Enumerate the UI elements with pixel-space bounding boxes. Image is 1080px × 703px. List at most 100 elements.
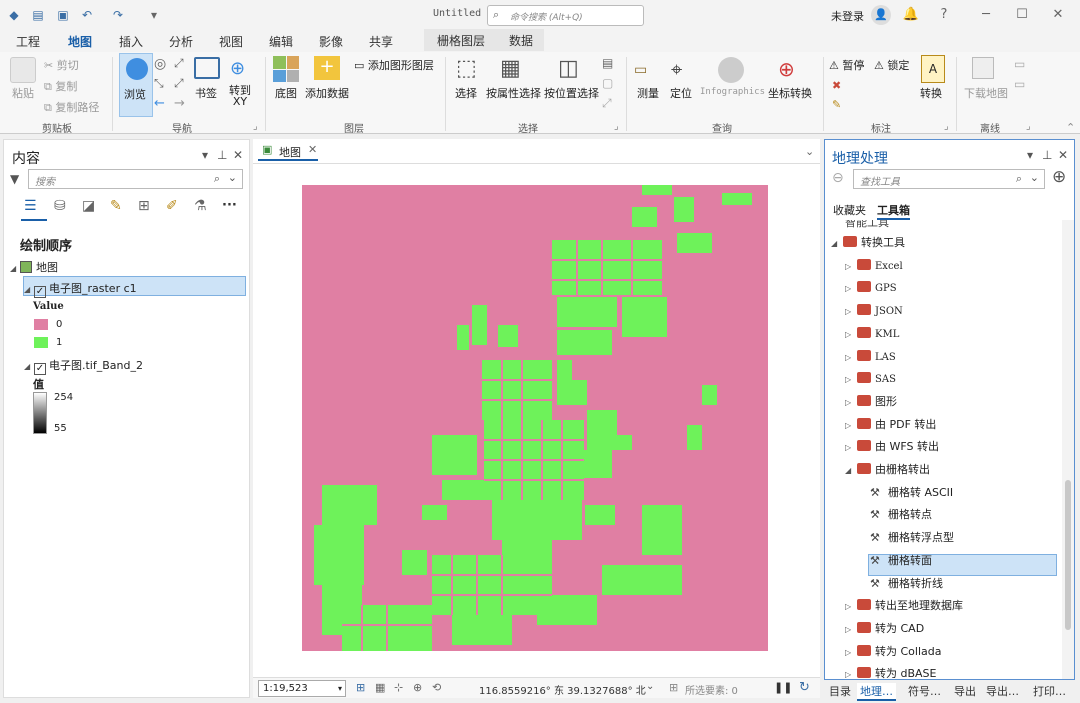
tool-tree-item[interactable]: ▷ 由 WFS 转出: [845, 436, 939, 458]
tab-map[interactable]: 地图: [65, 33, 95, 54]
layer1-visibility-checkbox[interactable]: ✓: [34, 286, 46, 298]
tool-tree-item[interactable]: ⚒ 栅格转浮点型: [870, 527, 954, 549]
list-by-source-icon[interactable]: ⛁: [54, 198, 66, 214]
lock-labels-button[interactable]: ⚠ 锁定: [874, 57, 909, 73]
list-by-labeling-icon[interactable]: ✐: [166, 198, 178, 214]
forward-icon[interactable]: →: [174, 96, 185, 111]
map-canvas[interactable]: [302, 185, 768, 651]
collapse-icon[interactable]: ◢: [831, 233, 843, 255]
tool-tree-item[interactable]: ▷ 图形: [845, 391, 897, 413]
pause-labeling-button[interactable]: ⚠ 暂停: [829, 57, 864, 73]
chevron-down-icon[interactable]: ⌄: [646, 681, 654, 692]
expand-icon[interactable]: ▷: [845, 347, 857, 369]
tool-tree-item[interactable]: ▷ JSON: [845, 300, 903, 322]
sign-in-status[interactable]: 未登录: [831, 8, 864, 24]
clear-selection-icon[interactable]: ▢: [602, 76, 613, 90]
tool-tree-item[interactable]: ▷ LAS: [845, 346, 896, 368]
tool-tree-item[interactable]: ▷ 转为 dBASE: [845, 663, 936, 680]
save-icon[interactable]: ▣: [55, 7, 71, 23]
close-pane-icon[interactable]: ✕: [233, 148, 243, 162]
collapse-icon[interactable]: ◢: [24, 285, 34, 294]
pause-drawing-icon[interactable]: ❚❚: [774, 681, 792, 694]
chevron-down-icon[interactable]: ⌄: [228, 171, 237, 184]
remove-offline-icon[interactable]: ▭: [1014, 77, 1025, 91]
expand-icon[interactable]: ▷: [845, 256, 857, 278]
grid-icon[interactable]: ⊞: [356, 681, 365, 694]
measure-button[interactable]: 测量: [637, 85, 659, 101]
tab-geoprocessing[interactable]: 地理…: [857, 683, 896, 701]
refresh-icon[interactable]: ↻: [799, 680, 810, 695]
tab-catalog[interactable]: 目录: [829, 683, 851, 699]
tree-item-layer2[interactable]: ◢ ✓ 电子图.tif_Band_2: [24, 357, 143, 375]
basemap-button[interactable]: 底图: [275, 85, 297, 101]
pane-menu-icon[interactable]: ▾: [1027, 148, 1033, 162]
tool-tree-item[interactable]: ⚒ 栅格转 ASCII: [870, 482, 953, 504]
expand-icon[interactable]: ▷: [845, 392, 857, 414]
copy-button[interactable]: ⧉ 复制: [44, 78, 77, 94]
pane-menu-icon[interactable]: ▾: [202, 148, 208, 162]
expand-icon[interactable]: ▷: [845, 642, 857, 664]
tab-favorites[interactable]: 收藏夹: [833, 202, 866, 218]
full-extent-icon[interactable]: ◎: [154, 56, 166, 72]
pin-icon[interactable]: ⊥: [1042, 148, 1052, 162]
filter-icon[interactable]: ▼: [10, 172, 19, 186]
tree-item-map[interactable]: ◢ 地图: [10, 259, 58, 275]
unplaced-labels-icon[interactable]: ✖: [832, 79, 841, 92]
maximize-icon[interactable]: ☐: [1013, 7, 1031, 22]
layer2-visibility-checkbox[interactable]: ✓: [34, 363, 46, 375]
pin-icon[interactable]: ⊥: [217, 148, 227, 162]
back-icon[interactable]: ←: [154, 96, 165, 111]
find-tools-input[interactable]: 查找工具 ⌕ ⌄: [853, 169, 1045, 189]
tool-tree-item[interactable]: ▷ 转出至地理数据库: [845, 595, 963, 617]
tool-tree-item[interactable]: ⚒ 栅格转面: [870, 550, 932, 572]
list-by-editing-icon[interactable]: ✎: [110, 198, 122, 214]
expand-icon[interactable]: ▷: [845, 415, 857, 437]
add-graphics-layer-button[interactable]: ▭ 添加图形图层: [354, 57, 434, 73]
infographics-button[interactable]: Infographics: [700, 87, 765, 97]
rotation-icon[interactable]: ⟲: [432, 681, 441, 694]
more-options-icon[interactable]: ···: [222, 198, 237, 213]
command-search-input[interactable]: ⌕ 命令搜索 (Alt+Q): [487, 5, 644, 26]
minimize-icon[interactable]: ─: [977, 7, 995, 22]
notification-icon[interactable]: 🔔: [902, 7, 920, 22]
convert-labels-button[interactable]: 转换: [920, 85, 942, 101]
list-by-selection-icon[interactable]: ◪: [82, 198, 95, 214]
tab-export-2[interactable]: 导出…: [986, 683, 1019, 699]
tool-tree-item[interactable]: ⚒ 栅格转折线: [870, 573, 943, 595]
download-map-button[interactable]: 下载地图: [964, 85, 1008, 101]
contents-search-input[interactable]: 搜索 ⌕ ⌄: [28, 169, 243, 189]
tool-tree-item[interactable]: ▷ KML: [845, 323, 899, 345]
tab-view[interactable]: 视图: [219, 33, 243, 50]
fixed-zoom-icon[interactable]: ⤢: [174, 56, 184, 71]
sync-icon[interactable]: ▭: [1014, 57, 1025, 71]
chevron-down-icon[interactable]: ⌄: [805, 145, 814, 158]
help-icon[interactable]: ?: [935, 7, 953, 22]
collapse-icon[interactable]: ◢: [845, 460, 857, 482]
tool-tree-item[interactable]: ⚒ 栅格转点: [870, 504, 932, 526]
collapse-ribbon-icon[interactable]: ⌃: [1066, 121, 1075, 134]
zoom-to-selection-icon[interactable]: ⤢: [602, 96, 612, 111]
tool-tree-item[interactable]: ▷ 由 PDF 转出: [845, 414, 936, 436]
expand-icon[interactable]: ▷: [845, 664, 857, 680]
expand-icon[interactable]: ▷: [845, 619, 857, 641]
tab-map-view[interactable]: ▣ 地图 ✕: [258, 141, 318, 161]
tab-edit[interactable]: 编辑: [269, 33, 293, 50]
undo-icon[interactable]: ↶: [79, 7, 95, 23]
tab-symbology[interactable]: 符号…: [908, 683, 941, 699]
tab-print[interactable]: 打印…: [1033, 683, 1066, 699]
goto-xy-button[interactable]: 转到 XY: [229, 85, 251, 107]
list-by-perspective-icon[interactable]: ⚗: [194, 198, 207, 214]
label-style-icon[interactable]: ✎: [832, 98, 841, 111]
tab-raster-layer[interactable]: 栅格图层: [437, 32, 485, 49]
back-icon[interactable]: ⊖: [832, 170, 844, 186]
add-icon[interactable]: ⊕: [1052, 167, 1066, 187]
tool-tree-item[interactable]: ◢ 转换工具: [831, 232, 905, 254]
attributes-icon[interactable]: ▤: [602, 56, 613, 70]
zoom-out-icon[interactable]: ⤢: [174, 76, 184, 91]
add-data-button[interactable]: 添加数据: [305, 85, 349, 101]
expand-icon[interactable]: ▷: [845, 301, 857, 323]
select-button[interactable]: 选择: [455, 85, 477, 101]
constraint-icon[interactable]: ⊕: [413, 681, 422, 694]
zoom-in-icon[interactable]: ⤡: [154, 76, 164, 91]
scale-selector[interactable]: 1:19,523 ▾: [258, 680, 346, 697]
